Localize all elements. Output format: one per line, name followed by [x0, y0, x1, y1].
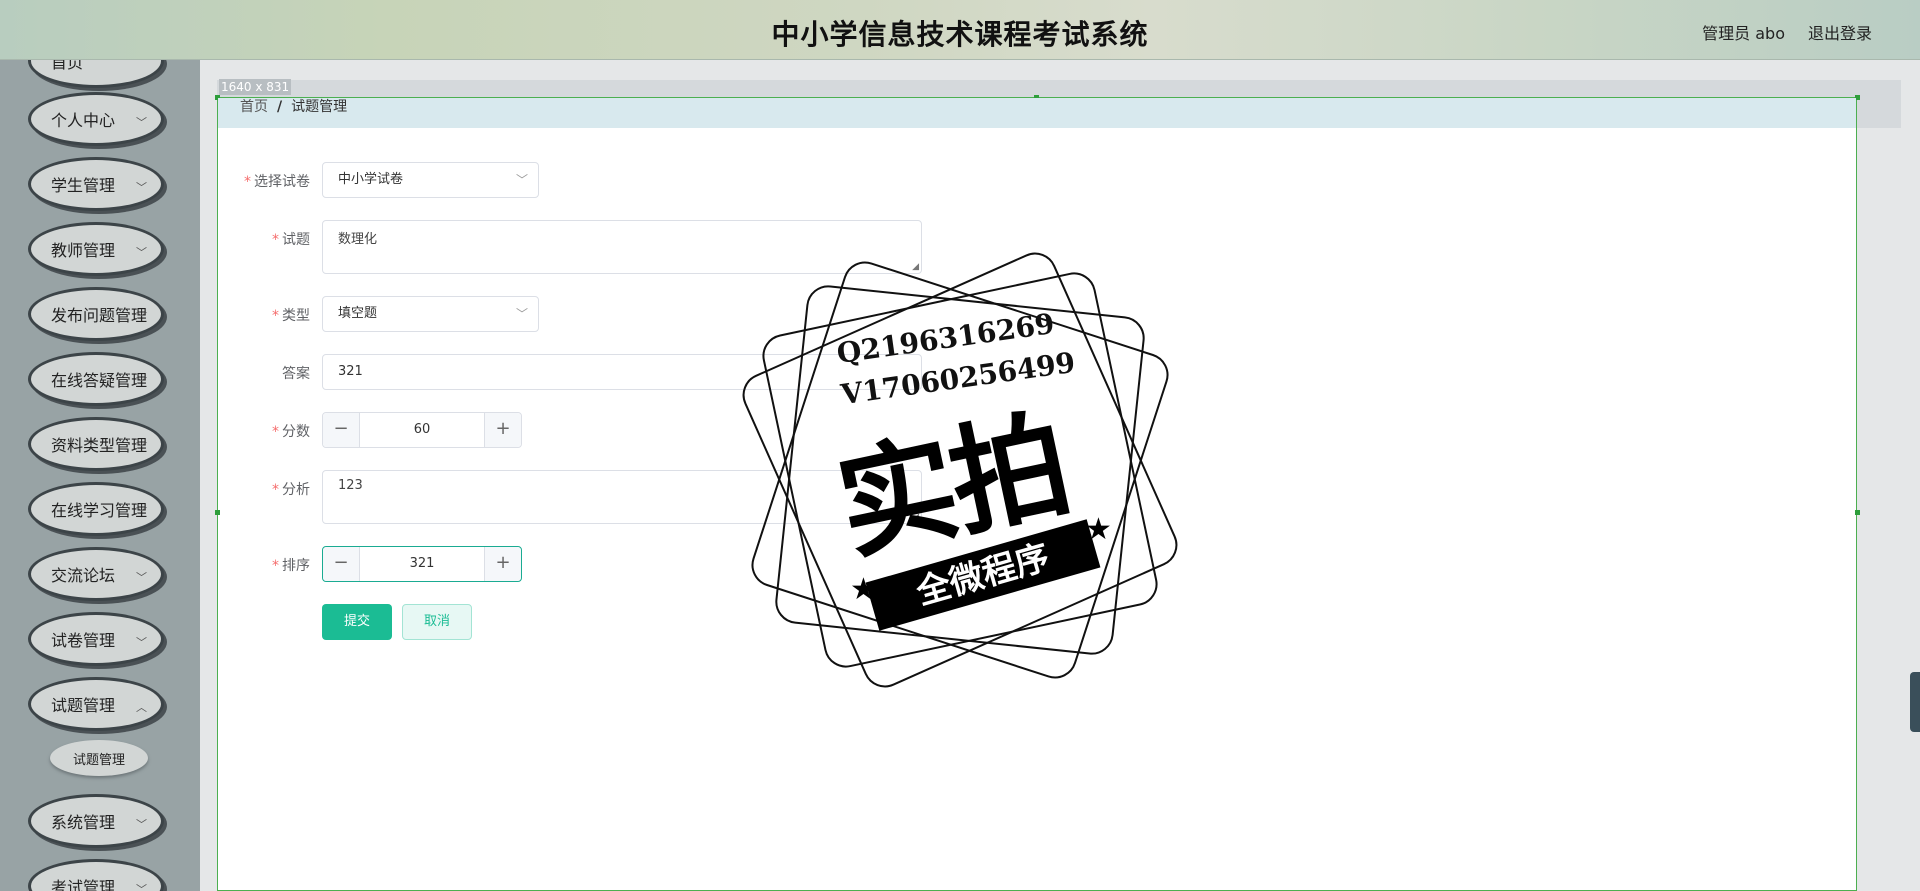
paper-label: * 选择试卷: [244, 174, 310, 190]
sidebar-item-online-learning[interactable]: 在线学习管理 ﹀: [28, 482, 164, 536]
app-header: 中小学信息技术课程考试系统 管理员 abo 退出登录: [0, 0, 1920, 60]
score-stepper[interactable]: − 60 +: [322, 412, 522, 448]
plus-icon[interactable]: +: [484, 413, 521, 447]
chevron-down-icon: ﹀: [136, 441, 147, 454]
sidebar-item-label: 教师管理: [51, 241, 116, 260]
paper-select[interactable]: 中小学试卷 ﹀: [322, 162, 539, 198]
order-stepper[interactable]: − 321 +: [322, 546, 522, 582]
submit-button[interactable]: 提交: [322, 604, 392, 640]
sidebar-item-home[interactable]: 首页: [28, 60, 164, 88]
sidebar-subitem-questions[interactable]: 试题管理: [50, 740, 148, 776]
order-value[interactable]: 321: [360, 547, 484, 581]
chevron-down-icon: ﹀: [136, 181, 147, 194]
breadcrumb-home[interactable]: 首页: [240, 99, 268, 115]
chevron-down-icon: ﹀: [136, 883, 147, 891]
chevron-down-icon: ﹀: [515, 173, 528, 187]
sidebar-item-online-qa[interactable]: 在线答疑管理 ﹀: [28, 352, 164, 406]
sidebar-item-questions[interactable]: 试题管理 ︿: [28, 677, 164, 731]
sidebar-item-label: 系统管理: [51, 813, 116, 832]
sidebar-item-label: 发布问题管理: [51, 306, 148, 325]
order-label: * 排序: [272, 558, 310, 574]
type-select[interactable]: 填空题 ﹀: [322, 296, 539, 332]
breadcrumb-separator: /: [277, 99, 283, 115]
chevron-up-icon: ︿: [136, 701, 147, 714]
sidebar-item-label: 在线学习管理: [51, 501, 148, 520]
current-user: 管理员 abo: [1702, 24, 1785, 43]
sidebar-item-papers[interactable]: 试卷管理 ﹀: [28, 612, 164, 666]
sidebar-item-questions-posted[interactable]: 发布问题管理 ﹀: [28, 287, 164, 341]
minus-icon[interactable]: −: [323, 413, 360, 447]
star-icon: ★: [1085, 512, 1112, 547]
breadcrumb: 首页 / 试题管理: [240, 96, 347, 116]
sidebar-item-label: 学生管理: [51, 176, 116, 195]
sidebar-item-label: 首页: [51, 60, 84, 72]
side-scroll-tab[interactable]: [1910, 672, 1920, 732]
cancel-button[interactable]: 取消: [402, 604, 472, 640]
sidebar-item-label: 在线答疑管理: [51, 371, 148, 390]
sidebar-item-personal-center[interactable]: 个人中心 ﹀: [28, 92, 164, 146]
sidebar-item-label: 交流论坛: [51, 566, 116, 585]
breadcrumb-bar: [218, 98, 1856, 128]
score-label: * 分数: [272, 424, 310, 440]
minus-icon[interactable]: −: [323, 547, 360, 581]
chevron-down-icon: ﹀: [136, 636, 147, 649]
chevron-down-icon: ﹀: [136, 376, 147, 389]
star-icon: ★: [850, 572, 877, 607]
sidebar-item-forum[interactable]: 交流论坛 ﹀: [28, 547, 164, 601]
frame-size-label: 1640 x 831: [219, 79, 292, 95]
sidebar-item-label: 资料类型管理: [51, 436, 148, 455]
sidebar-item-label: 试题管理: [51, 696, 116, 715]
sidebar-item-label: 试卷管理: [51, 631, 116, 650]
sidebar-item-exams[interactable]: 考试管理 ﹀: [28, 859, 164, 891]
chevron-down-icon: ﹀: [136, 246, 147, 259]
score-value[interactable]: 60: [360, 413, 484, 447]
analysis-label: * 分析: [272, 482, 310, 498]
chevron-down-icon: ﹀: [136, 818, 147, 831]
sidebar-item-students[interactable]: 学生管理 ﹀: [28, 157, 164, 211]
resize-handle[interactable]: [1855, 510, 1860, 515]
watermark-stamp: Q2196316269 V17060256499 实拍 全微程序 ★ ★: [735, 245, 1185, 695]
sidebar-item-label: 个人中心: [51, 111, 116, 130]
chevron-down-icon: ﹀: [136, 311, 147, 324]
plus-icon[interactable]: +: [484, 547, 521, 581]
sidebar-item-system[interactable]: 系统管理 ﹀: [28, 794, 164, 848]
answer-label: 答案: [282, 366, 310, 382]
chevron-down-icon: ﹀: [136, 116, 147, 129]
resize-handle[interactable]: [215, 510, 220, 515]
sidebar-item-teachers[interactable]: 教师管理 ﹀: [28, 222, 164, 276]
sidebar-item-label: 考试管理: [51, 878, 116, 891]
logout-link[interactable]: 退出登录: [1808, 20, 1872, 44]
type-label: * 类型: [272, 308, 310, 324]
breadcrumb-current: 试题管理: [291, 99, 348, 115]
question-label: * 试题: [272, 232, 310, 248]
sidebar: 首页 个人中心 ﹀ 学生管理 ﹀ 教师管理 ﹀ 发布问题管理 ﹀ 在线答疑管理 ﹀ 资料类…: [0, 60, 200, 891]
sidebar-item-material-types[interactable]: 资料类型管理 ﹀: [28, 417, 164, 471]
chevron-down-icon: ﹀: [136, 571, 147, 584]
chevron-down-icon: ﹀: [136, 506, 147, 519]
app-title: 中小学信息技术课程考试系统: [771, 18, 1149, 51]
chevron-down-icon: ﹀: [515, 307, 528, 321]
